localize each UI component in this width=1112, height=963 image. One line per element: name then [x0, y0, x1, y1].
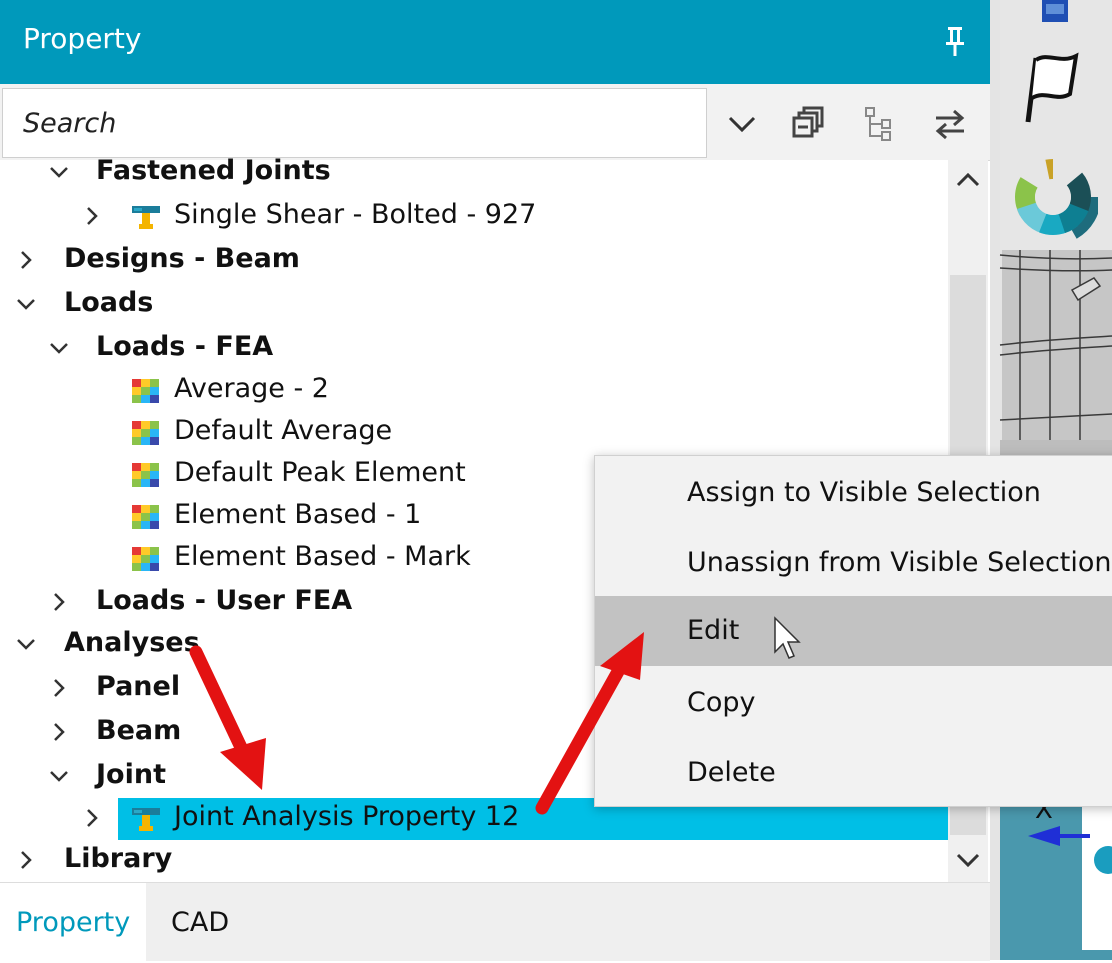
tree-hierarchy-icon[interactable]: [860, 104, 900, 144]
fea-load-icon: [132, 505, 159, 529]
chevron-right-icon[interactable]: [16, 850, 36, 870]
fea-load-icon: [132, 421, 159, 445]
menu-item-unassign[interactable]: Unassign from Visible Selection: [595, 528, 1112, 598]
menu-item-edit[interactable]: Edit: [595, 596, 1112, 666]
context-menu: Assign to Visible Selection Unassign fro…: [594, 455, 1112, 807]
scroll-up-icon[interactable]: [948, 160, 988, 200]
fea-load-icon: [132, 379, 159, 403]
tree-node-fastened-joints[interactable]: Fastened Joints: [0, 152, 948, 194]
tree-node-label: Beam: [96, 715, 182, 746]
chevron-down-icon[interactable]: [49, 766, 69, 786]
tree-node-designs-beam[interactable]: Designs - Beam: [0, 240, 948, 282]
chevron-right-icon[interactable]: [82, 808, 102, 828]
tree-node-label: Joint Analysis Property 12: [174, 801, 520, 832]
chevron-right-icon[interactable]: [49, 678, 69, 698]
fea-load-icon: [132, 463, 159, 487]
tree-node-label: Fastened Joints: [96, 155, 331, 186]
tree-node-label: Element Based - 1: [174, 499, 422, 530]
flag-icon[interactable]: [1020, 50, 1080, 130]
chevron-down-icon[interactable]: [49, 162, 69, 182]
color-wheel-icon[interactable]: [1008, 152, 1098, 242]
tree-node-label: Loads: [64, 287, 154, 318]
collapse-all-icon[interactable]: [788, 104, 828, 144]
tab-property[interactable]: Property: [0, 883, 147, 961]
tree-node-label: Analyses: [64, 627, 200, 658]
joint-icon: [132, 206, 160, 229]
tree-node-label: Designs - Beam: [64, 243, 300, 274]
chevron-down-icon[interactable]: [49, 338, 69, 358]
tree-node-load-item[interactable]: Default Average: [0, 412, 948, 454]
menu-item-copy[interactable]: Copy: [595, 668, 1112, 738]
joint-icon: [132, 808, 160, 831]
menu-item-delete[interactable]: Delete: [595, 738, 1112, 808]
chevron-down-icon[interactable]: [16, 294, 36, 314]
tab-cad[interactable]: CAD: [155, 883, 245, 961]
chevron-down-icon[interactable]: [722, 104, 762, 144]
tree-node-label: Library: [64, 843, 173, 874]
bottom-tab-bar: Property CAD: [0, 882, 990, 961]
tree-node-loads[interactable]: Loads: [0, 284, 948, 326]
chevron-right-icon[interactable]: [16, 250, 36, 270]
scroll-down-icon[interactable]: [948, 840, 988, 880]
tree-node-single-shear[interactable]: Single Shear - Bolted - 927: [0, 196, 948, 238]
tree-node-label: Loads - User FEA: [96, 585, 353, 616]
search-input[interactable]: [2, 88, 707, 158]
chevron-down-icon[interactable]: [16, 634, 36, 654]
menu-item-assign[interactable]: Assign to Visible Selection: [595, 458, 1112, 528]
tree-node-label: Joint: [96, 759, 166, 790]
fea-load-icon: [132, 547, 159, 571]
tree-node-label: Single Shear - Bolted - 927: [174, 199, 537, 230]
tree-node-library[interactable]: Library: [0, 840, 948, 882]
panel-header: Property: [0, 0, 990, 84]
search-toolbar: [0, 84, 990, 161]
tree-node-label: Default Peak Element: [174, 457, 466, 488]
chevron-right-icon[interactable]: [82, 206, 102, 226]
tree-node-label: Element Based - Mark: [174, 541, 471, 572]
tree-node-label: Default Average: [174, 415, 393, 446]
chevron-right-icon[interactable]: [49, 722, 69, 742]
tree-node-label: Loads - FEA: [96, 331, 274, 362]
pin-icon[interactable]: [938, 24, 972, 58]
panel-title: Property: [23, 22, 142, 55]
swap-arrows-icon[interactable]: [930, 104, 970, 144]
tree-node-label: Average - 2: [174, 373, 329, 404]
tree-node-load-item[interactable]: Average - 2: [0, 370, 948, 412]
tree-node-label: Panel: [96, 671, 181, 702]
chevron-right-icon[interactable]: [49, 592, 69, 612]
tree-node-loads-fea[interactable]: Loads - FEA: [0, 328, 948, 370]
